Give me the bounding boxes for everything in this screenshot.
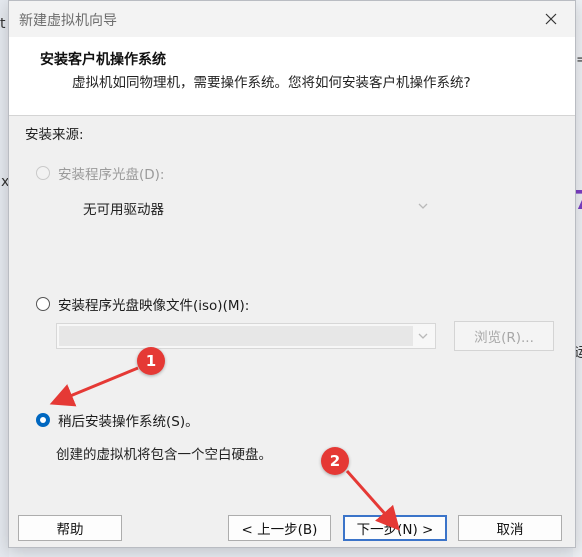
- iso-path-input: [59, 326, 413, 346]
- browse-button[interactable]: 浏览(R)...: [454, 321, 554, 351]
- disc-drive-value: 无可用驱动器: [83, 202, 164, 218]
- iso-path-select: [56, 323, 436, 349]
- radio-label: 安装程序光盘(D):: [58, 167, 165, 183]
- radio-install-iso[interactable]: 安装程序光盘映像文件(iso)(M):: [36, 294, 249, 314]
- header-subtitle: 虚拟机如同物理机，需要操作系统。您将如何安装客户机操作系统?: [72, 75, 471, 91]
- install-source-label: 安装来源:: [25, 127, 84, 143]
- radio-button[interactable]: [36, 166, 50, 180]
- chevron-down-icon: [418, 203, 428, 209]
- new-vm-wizard-dialog: 新建虚拟机向导 安装客户机操作系统 虚拟机如同物理机，需要操作系统。您将如何安装…: [8, 0, 576, 548]
- header-title: 安装客户机操作系统: [40, 52, 166, 68]
- radio-button-selected[interactable]: [36, 413, 50, 427]
- window-title: 新建虚拟机向导: [19, 13, 117, 29]
- disc-drive-select: 无可用驱动器: [56, 195, 435, 219]
- title-bar: 新建虚拟机向导: [9, 1, 575, 37]
- radio-label: 安装程序光盘映像文件(iso)(M):: [58, 298, 250, 314]
- install-later-description: 创建的虚拟机将包含一个空白硬盘。: [56, 447, 272, 463]
- radio-install-disc[interactable]: 安装程序光盘(D):: [36, 163, 164, 183]
- help-button[interactable]: 帮助: [18, 515, 122, 541]
- annotation-badge-1: 1: [137, 347, 165, 375]
- annotation-badge-2: 2: [321, 447, 349, 475]
- chevron-down-icon: [418, 333, 428, 339]
- radio-button[interactable]: [36, 297, 50, 311]
- background-text-fragment: =: [576, 52, 582, 68]
- back-button[interactable]: < 上一步(B): [228, 515, 331, 541]
- wizard-header: 安装客户机操作系统 虚拟机如同物理机，需要操作系统。您将如何安装客户机操作系统?: [9, 37, 575, 116]
- next-button[interactable]: 下一步(N) >: [343, 515, 447, 541]
- close-icon: [545, 13, 557, 25]
- background-text-fragment: t: [0, 16, 6, 32]
- radio-label: 稍后安装操作系统(S)。: [58, 414, 199, 430]
- radio-install-later[interactable]: 稍后安装操作系统(S)。: [36, 410, 199, 430]
- close-button[interactable]: [531, 3, 571, 35]
- cancel-button[interactable]: 取消: [458, 515, 562, 541]
